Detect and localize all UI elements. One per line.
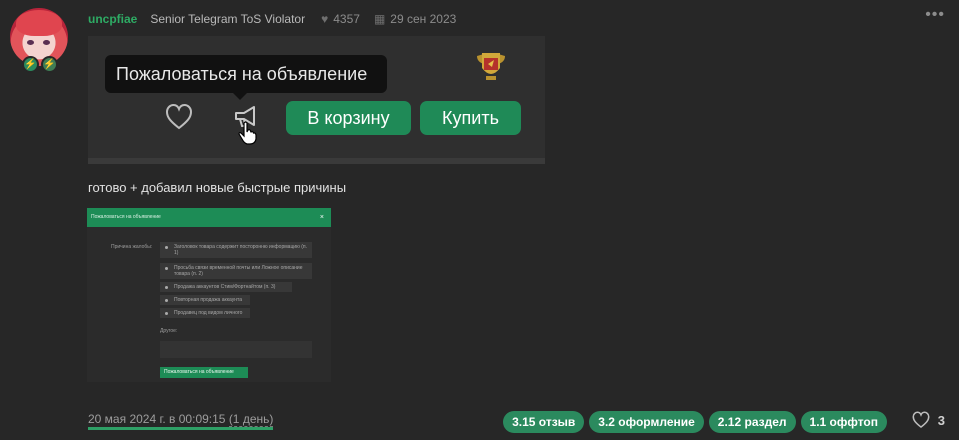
screenshot-modal-title: Пожаловаться на объявление (87, 208, 331, 227)
post-header: uncpfiae Senior Telegram ToS Violator ♥ … (88, 11, 470, 27)
avatar-eye (43, 40, 50, 45)
screenshot-reason-item: Заголовок товара содержит посторонню инф… (160, 242, 312, 258)
screenshot-other-label: Другое: (160, 328, 178, 334)
likes-given: ♥ 4357 (321, 12, 360, 26)
report-tooltip: Пожаловаться на объявление (105, 55, 387, 100)
add-to-cart-button[interactable]: В корзину (286, 101, 411, 135)
buy-button[interactable]: Купить (420, 101, 521, 135)
screenshot-submit-button: Пожаловаться на объявление (160, 367, 248, 378)
post-message: готово + добавил новые быстрые причины (88, 180, 347, 195)
close-icon: × (319, 214, 324, 221)
user-badges: ⚡ ⚡ (22, 56, 58, 73)
join-date-value: 29 сен 2023 (390, 12, 457, 26)
attached-screenshot[interactable]: Пожаловаться на объявление × Причина жал… (87, 208, 331, 382)
post-date-relative: (1 день) (228, 412, 274, 427)
avatar-eye (27, 40, 34, 45)
screenshot-reason-item: Просьба связи временной почты или Ложное… (160, 263, 312, 279)
like-count: 3 (937, 412, 945, 428)
rule-tag[interactable]: 3.15 отзыв (503, 411, 585, 433)
likes-given-value: 4357 (333, 12, 360, 26)
heart-icon[interactable] (911, 411, 931, 429)
lightning-badge-icon[interactable]: ⚡ (22, 56, 39, 73)
rule-tag[interactable]: 2.12 раздел (708, 411, 796, 433)
join-date: ▦ 29 сен 2023 (374, 12, 456, 26)
more-icon[interactable]: ••• (925, 6, 945, 24)
heart-icon[interactable] (164, 102, 194, 132)
screenshot-reason-item: Продавец под видом личного (160, 308, 250, 318)
hand-cursor-icon (238, 121, 257, 145)
rule-tags: 3.15 отзыв 3.2 оформление 2.12 раздел 1.… (503, 411, 887, 433)
lightning-badge-icon[interactable]: ⚡ (41, 56, 58, 73)
screenshot-reason-item: Продажа аккаунтов Cтим/Фортнайтом (п. 3) (160, 282, 292, 292)
trophy-icon (477, 53, 505, 80)
rule-tag[interactable]: 3.2 оформление (589, 411, 704, 433)
user-title: Senior Telegram ToS Violator (150, 12, 306, 26)
heart-icon: ♥ (321, 12, 329, 26)
post-date-link[interactable]: 20 мая 2024 г. в 00:09:15 (1 день) (88, 412, 274, 430)
avatar-hair (16, 10, 62, 36)
calendar-icon: ▦ (373, 12, 386, 26)
username-link[interactable]: uncpfiae (88, 12, 137, 26)
screenshot-reason-item: Повторная продажа аккаунта (160, 295, 250, 305)
like-counter[interactable]: 3 (911, 411, 945, 429)
post-date: 20 мая 2024 г. в 00:09:15 (88, 412, 226, 426)
rule-tag[interactable]: 1.1 оффтоп (800, 411, 887, 433)
screenshot-reason-label: Причина жалобы: (111, 244, 153, 250)
screenshot-other-input (160, 341, 312, 358)
